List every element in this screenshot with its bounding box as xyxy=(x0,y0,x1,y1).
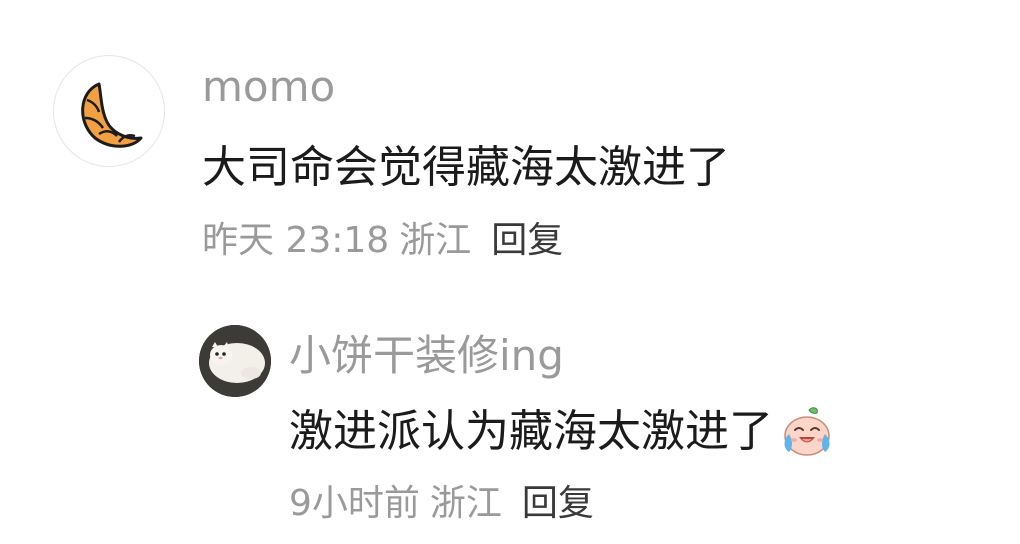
comment-reply-button[interactable]: 回复 xyxy=(491,223,563,259)
reply-text-row: 激进派认为藏海太激进了 xyxy=(289,404,835,460)
reply-reply-button[interactable]: 回复 xyxy=(522,486,594,522)
reply-avatar[interactable] xyxy=(199,325,271,397)
cat-avatar xyxy=(199,325,271,397)
comment-location: 浙江 xyxy=(399,220,472,261)
reply-time: 9小时前 xyxy=(289,483,420,524)
reply-meta: 9小时前 浙江 回复 xyxy=(289,486,594,522)
comment-text: 大司命会觉得藏海太激进了 xyxy=(202,142,730,193)
comment-username[interactable]: momo xyxy=(202,66,335,108)
laugh-cry-emoji-icon xyxy=(779,404,835,460)
reply-text: 激进派认为藏海太激进了 xyxy=(289,406,773,457)
reply-location: 浙江 xyxy=(429,483,502,524)
comment-avatar[interactable] xyxy=(53,55,165,167)
reply-username[interactable]: 小饼干装修ing xyxy=(289,335,564,377)
comment-meta: 昨天 23:18 浙江 回复 xyxy=(202,223,563,259)
croissant-icon xyxy=(81,82,143,148)
comment-time: 昨天 23:18 xyxy=(202,220,390,261)
